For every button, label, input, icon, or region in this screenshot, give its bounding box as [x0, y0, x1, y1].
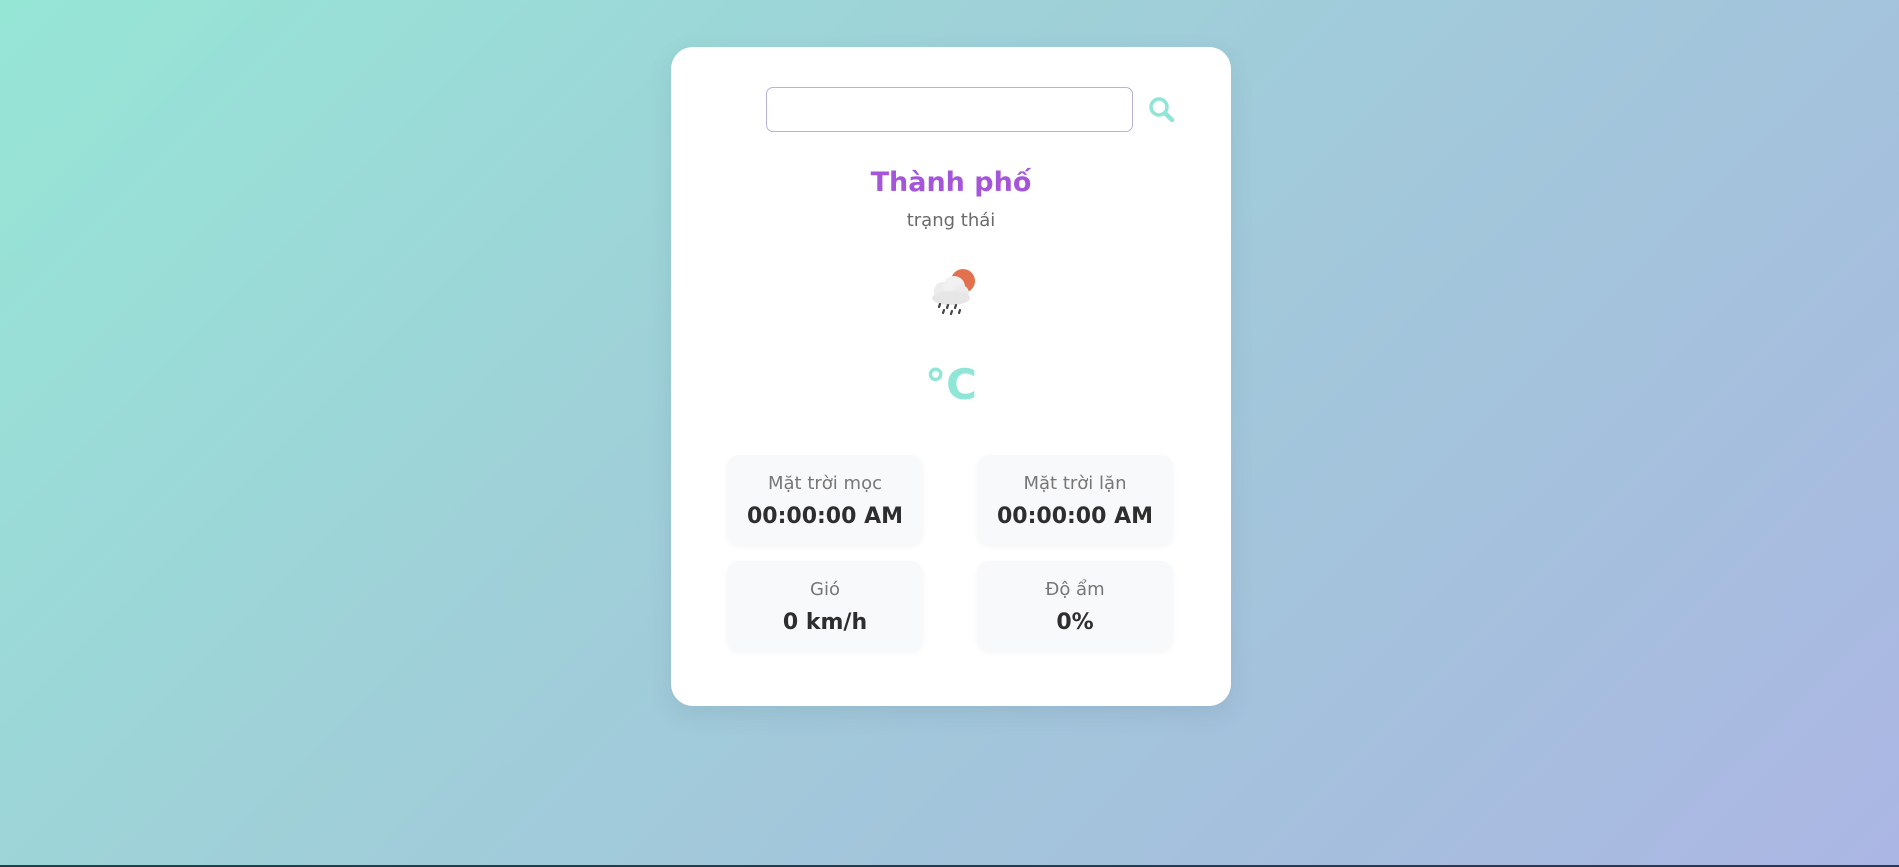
- search-button[interactable]: [1146, 93, 1178, 127]
- humidity-label: Độ ẩm: [1045, 579, 1105, 600]
- sunrise-value: 00:00:00 AM: [746, 504, 904, 529]
- temperature: °C: [925, 360, 977, 409]
- search-input[interactable]: [766, 87, 1133, 132]
- humidity-tile: Độ ẩm 0%: [977, 561, 1173, 651]
- weather-status: trạng thái: [906, 210, 996, 231]
- rain-cloud-sun-icon: [923, 265, 983, 325]
- search-bar: [766, 87, 1186, 133]
- sunrise-label: Mặt trời mọc: [768, 473, 882, 494]
- wind-tile: Gió 0 km/h: [727, 561, 923, 651]
- sunset-value: 00:00:00 AM: [996, 504, 1154, 529]
- search-icon: [1149, 97, 1175, 123]
- sunset-label: Mặt trời lặn: [1023, 473, 1127, 494]
- weather-card: Thành phố trạng thái °C Mặt trời mọc 00:…: [671, 47, 1231, 706]
- city-name: Thành phố: [870, 167, 1032, 198]
- sunset-tile: Mặt trời lặn 00:00:00 AM: [977, 455, 1173, 545]
- humidity-value: 0%: [1056, 610, 1094, 635]
- sunrise-tile: Mặt trời mọc 00:00:00 AM: [727, 455, 923, 545]
- wind-value: 0 km/h: [782, 610, 868, 635]
- wind-label: Gió: [810, 579, 840, 600]
